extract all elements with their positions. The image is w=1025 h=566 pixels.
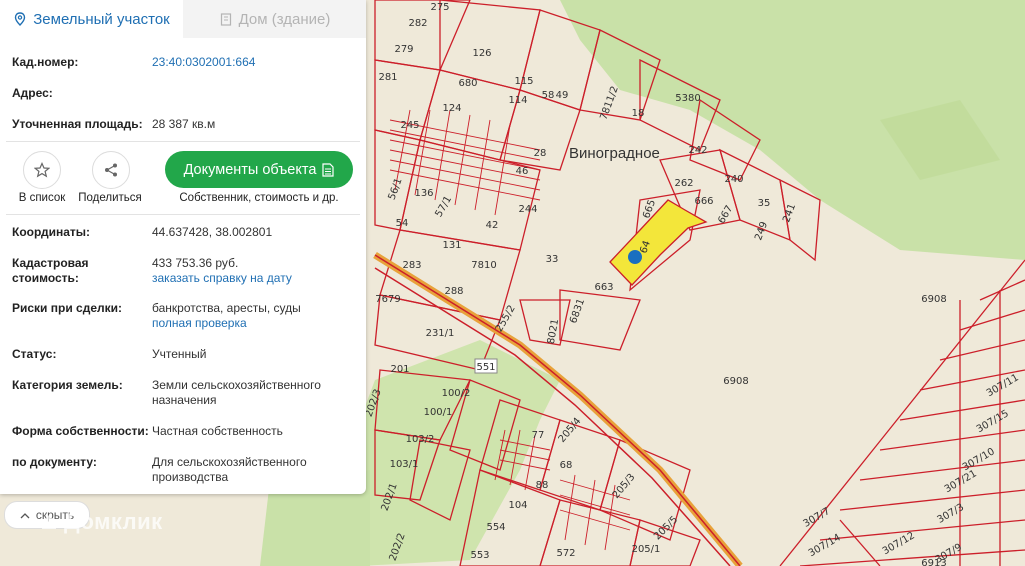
plot-label: 68 — [560, 460, 573, 471]
plot-label: 104 — [508, 500, 527, 511]
favorite-button[interactable] — [23, 151, 61, 189]
plot-label: 288 — [444, 286, 463, 297]
plot-label: 100/1 — [424, 407, 453, 418]
by-document-label: по документу: — [12, 455, 97, 469]
plot-label: 680 — [458, 78, 477, 89]
tab-building[interactable]: Дом (здание) — [183, 0, 366, 38]
plot-label: 205/1 — [632, 544, 661, 555]
plot-label: 54 — [396, 218, 409, 229]
plot-label: 244 — [518, 204, 537, 215]
plot-label: 88 — [536, 480, 549, 491]
plot-label: 275 — [430, 2, 449, 13]
star-icon — [34, 162, 50, 178]
plot-label: 124 — [442, 103, 461, 114]
plot-label: 554 — [486, 522, 505, 533]
plot-label: 7679 — [375, 294, 400, 305]
plot-label: 201 — [390, 364, 409, 375]
land-category-label: Категория земель: — [12, 378, 123, 392]
documents-button-label: Документы объекта — [183, 161, 317, 178]
plot-label: 242 — [688, 145, 707, 156]
tab-bar: Земельный участок Дом (здание) — [0, 0, 366, 38]
plot-label: 131 — [442, 240, 461, 251]
cadastral-number-value[interactable]: 23:40:0302001:664 — [152, 55, 357, 70]
plot-label: 77 — [532, 430, 545, 441]
info-panel: Земельный участок Дом (здание) Кад.номер… — [0, 0, 366, 494]
tab-building-label: Дом (здание) — [238, 10, 331, 28]
share-icon — [105, 163, 117, 177]
brand-name: Домклик — [64, 509, 163, 534]
cadastral-cost-label: Кадастровая стоимость: — [12, 256, 89, 285]
plot-label: 240 — [724, 174, 743, 185]
plot-label: 553 — [470, 550, 489, 561]
documents-subtitle: Собственник, стоимость и др. — [179, 192, 339, 204]
building-icon — [220, 13, 231, 26]
area-value: 28 387 кв.м — [152, 117, 216, 131]
cadastral-number-label: Кад.номер: — [12, 55, 79, 69]
plot-label: 5380 — [675, 93, 700, 104]
brand-watermark: Домклик — [40, 509, 163, 535]
plot-label: 46 — [516, 166, 529, 177]
plot-label: 126 — [472, 48, 491, 59]
plot-label: 115 — [514, 76, 533, 87]
ownership-value: Частная собственность — [152, 424, 283, 438]
documents-button[interactable]: Документы объекта — [165, 151, 353, 188]
ownership-label: Форма собственности: — [12, 424, 149, 438]
divider — [6, 141, 360, 142]
plot-label: 100/2 — [442, 388, 471, 399]
location-pin-icon — [15, 12, 26, 26]
plot-label: 279 — [394, 44, 413, 55]
land-category-value: Земли сельскохозяйственного назначения — [152, 378, 321, 407]
plot-label: 283 — [402, 260, 421, 271]
plot-label: 136 — [414, 188, 433, 199]
plot-label: 282 — [408, 18, 427, 29]
risks-value: банкротства, аресты, суды — [152, 301, 301, 315]
plot-label: 58 — [542, 90, 555, 101]
address-label: Адрес: — [12, 86, 53, 100]
plot-label: 42 — [486, 220, 499, 231]
plot-label: 103/2 — [406, 434, 435, 445]
share-label: Поделиться — [78, 192, 142, 204]
coordinates-value: 44.637428, 38.002801 — [152, 225, 273, 239]
share-button[interactable] — [92, 151, 130, 189]
plot-label: 103/1 — [390, 459, 419, 470]
area-label: Уточненная площадь: — [12, 117, 143, 131]
order-certificate-link[interactable]: заказать справку на дату — [152, 271, 357, 286]
plot-label: 572 — [556, 548, 575, 559]
road-number-text: 551 — [476, 362, 495, 373]
plot-label: 6908 — [921, 294, 946, 305]
chevron-up-icon — [20, 512, 30, 518]
tab-land-plot-label: Земельный участок — [33, 10, 170, 28]
plot-label: 18 — [632, 108, 645, 119]
plot-label: 6908 — [723, 376, 748, 387]
plot-label: 114 — [508, 95, 527, 106]
plot-label: 7810 — [471, 260, 496, 271]
plot-label: 262 — [674, 178, 693, 189]
favorite-label: В список — [18, 192, 66, 204]
plot-label: 666 — [694, 196, 713, 207]
plot-label: 663 — [594, 282, 613, 293]
plot-label: 245 — [400, 120, 419, 131]
by-document-value: Для сельскохозяйственного производства — [152, 455, 307, 484]
cadastral-cost-value: 433 753.36 руб. — [152, 256, 239, 270]
town-label: Виноградное — [569, 145, 660, 162]
logo-icon — [42, 515, 56, 529]
coordinates-label: Координаты: — [12, 225, 91, 239]
tab-land-plot[interactable]: Земельный участок — [0, 0, 183, 38]
plot-label: 6913 — [921, 558, 946, 566]
full-check-link[interactable]: полная проверка — [152, 316, 357, 331]
risks-label: Риски при сделки: — [12, 301, 123, 315]
document-icon — [322, 162, 335, 177]
plot-label: 49 — [556, 90, 569, 101]
status-label: Статус: — [12, 347, 57, 361]
plot-label: 231/1 — [426, 328, 455, 339]
plot-label: 281 — [378, 72, 397, 83]
plot-label: 35 — [758, 198, 771, 209]
plot-label: 28 — [534, 148, 547, 159]
divider — [6, 214, 360, 215]
status-value: Учтенный — [152, 347, 207, 361]
plot-label: 33 — [546, 254, 559, 265]
